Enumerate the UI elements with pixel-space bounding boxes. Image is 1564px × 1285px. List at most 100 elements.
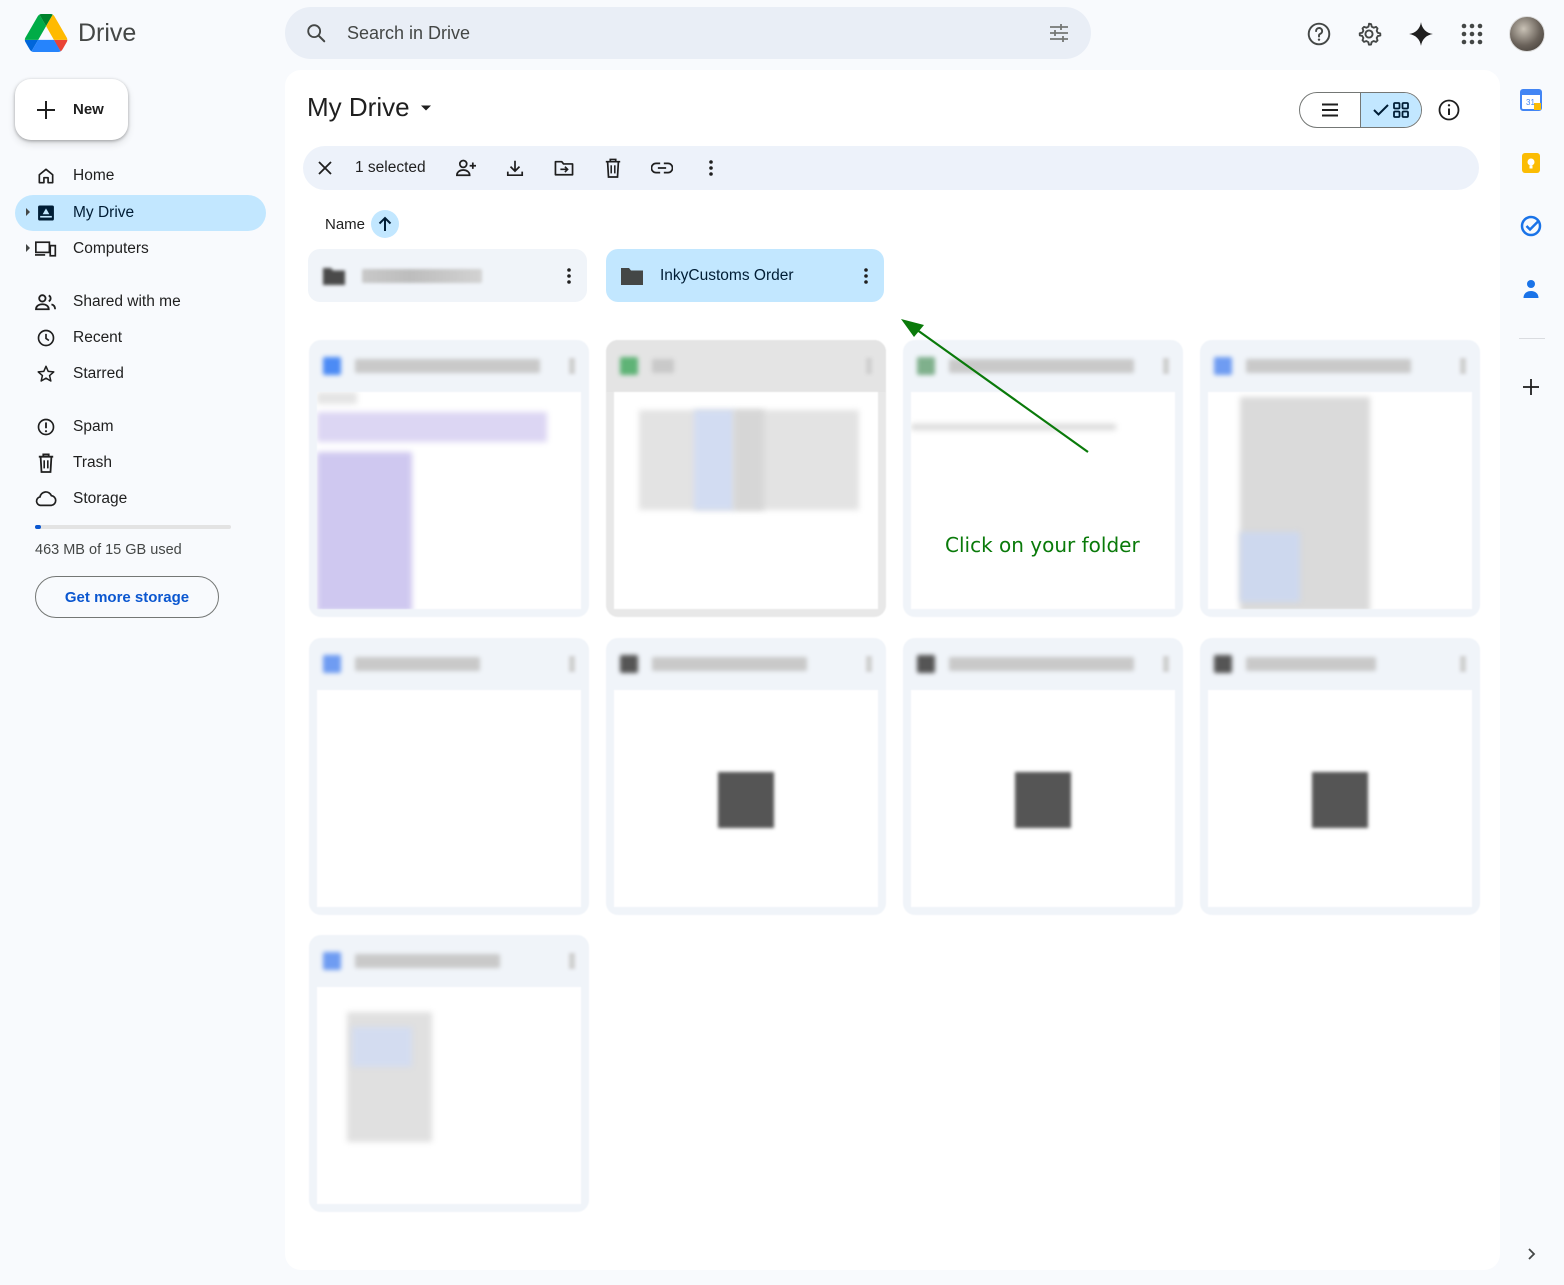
file-card[interactable]	[606, 340, 886, 617]
list-view-button[interactable]	[1300, 93, 1360, 127]
file-thumbnail	[1208, 392, 1472, 609]
sidebar-item-label: Spam	[73, 418, 114, 435]
sidebar-item-label: Computers	[73, 240, 149, 257]
file-card[interactable]	[1200, 340, 1480, 617]
sidebar-item-label: Trash	[73, 454, 113, 471]
storage-progress-fill	[35, 525, 41, 529]
download-icon[interactable]	[491, 148, 540, 188]
folder-icon	[620, 266, 644, 286]
keep-icon[interactable]	[1520, 152, 1544, 176]
check-icon	[1373, 104, 1389, 116]
file-card[interactable]	[903, 638, 1183, 915]
doc-icon	[323, 952, 341, 970]
sheet-icon	[620, 357, 638, 375]
gemini-icon[interactable]	[1404, 17, 1438, 51]
tasks-icon[interactable]	[1520, 215, 1544, 239]
sidebar-item-label: Home	[73, 167, 115, 184]
selection-toolbar: 1 selected	[303, 146, 1479, 190]
computer-icon	[35, 238, 57, 260]
folder-more-icon[interactable]	[551, 267, 587, 284]
new-button[interactable]: New	[15, 79, 128, 140]
more-actions-icon[interactable]	[687, 148, 736, 188]
expand-caret-icon[interactable]	[26, 244, 30, 252]
doc-icon	[1214, 357, 1232, 375]
drive-logo[interactable]: Drive	[24, 14, 136, 52]
cloud-icon	[35, 488, 57, 510]
people-icon	[35, 291, 57, 313]
caret-down-icon	[420, 104, 432, 112]
file-card[interactable]	[309, 935, 589, 1212]
sort-ascending-icon[interactable]	[371, 210, 400, 238]
folder-more-icon[interactable]	[848, 267, 884, 284]
page-title-dropdown[interactable]: My Drive	[307, 92, 432, 123]
file-card[interactable]	[309, 340, 589, 617]
expand-panel-icon[interactable]	[1520, 1243, 1544, 1267]
selection-count: 1 selected	[355, 159, 426, 176]
info-icon[interactable]	[1437, 98, 1461, 122]
doc-icon	[323, 357, 341, 375]
file-card[interactable]	[606, 638, 886, 915]
move-to-folder-icon[interactable]	[540, 148, 589, 188]
sidebar-item-my-drive[interactable]: My Drive	[15, 195, 266, 231]
sidebar-item-recent[interactable]: Recent	[15, 320, 266, 356]
folder-item-selected[interactable]: InkyCustoms Order	[606, 249, 884, 302]
sidebar-item-computers[interactable]: Computers	[15, 231, 266, 267]
file-thumbnail	[1208, 690, 1472, 907]
file-thumbnail	[317, 987, 581, 1204]
sort-by-name[interactable]: Name	[325, 210, 400, 238]
contacts-icon[interactable]	[1520, 277, 1544, 301]
page-title: My Drive	[307, 92, 410, 122]
copy-link-icon[interactable]	[638, 148, 687, 188]
storage-progress-track	[35, 525, 231, 529]
rail-divider	[1519, 338, 1545, 339]
plus-icon	[35, 99, 57, 121]
get-more-storage-button[interactable]: Get more storage	[35, 576, 219, 618]
sidebar-item-label: Shared with me	[73, 293, 181, 310]
star-icon	[35, 363, 57, 385]
file-thumbnail	[911, 690, 1175, 907]
my-drive-icon	[35, 202, 57, 224]
account-avatar[interactable]	[1509, 16, 1545, 52]
annotation-arrow	[901, 319, 1089, 453]
file-icon	[620, 655, 638, 673]
search-bar[interactable]: Search in Drive	[285, 7, 1091, 59]
view-toggle[interactable]	[1299, 92, 1422, 128]
grid-view-button[interactable]	[1360, 93, 1421, 127]
sidebar-item-starred[interactable]: Starred	[15, 356, 266, 392]
trash-icon	[35, 452, 57, 474]
search-input[interactable]: Search in Drive	[347, 23, 1047, 44]
sidebar-item-shared-with-me[interactable]: Shared with me	[15, 284, 266, 320]
clear-selection-icon[interactable]	[315, 148, 335, 188]
sidebar-item-label: Storage	[73, 490, 128, 507]
annotation-text: Click on your folder	[945, 533, 1140, 557]
svg-text:31: 31	[1526, 98, 1535, 107]
delete-icon[interactable]	[589, 148, 638, 188]
calendar-icon[interactable]: 31	[1520, 89, 1544, 113]
spam-icon	[35, 416, 57, 438]
file-thumbnail	[317, 392, 581, 609]
doc-icon	[323, 655, 341, 673]
sidebar-item-spam[interactable]: Spam	[15, 409, 266, 445]
drive-logo-icon	[24, 14, 68, 52]
sidebar-item-storage[interactable]: Storage	[15, 481, 266, 517]
apps-grid-icon[interactable]	[1455, 17, 1489, 51]
file-icon	[917, 655, 935, 673]
share-icon[interactable]	[442, 148, 491, 188]
file-thumbnail	[614, 392, 878, 609]
grid-icon	[1393, 102, 1409, 118]
add-addon-icon[interactable]	[1520, 376, 1544, 400]
folder-icon	[322, 266, 346, 286]
storage-usage-text: 463 MB of 15 GB used	[35, 542, 182, 558]
help-icon[interactable]	[1302, 17, 1336, 51]
folder-item[interactable]	[308, 249, 587, 302]
sidebar-item-label: Recent	[73, 329, 123, 346]
sidebar-item-trash[interactable]: Trash	[15, 445, 266, 481]
settings-icon[interactable]	[1352, 17, 1386, 51]
search-icon[interactable]	[305, 22, 327, 44]
file-card[interactable]	[309, 638, 589, 915]
file-card[interactable]	[1200, 638, 1480, 915]
sidebar-item-label: My Drive	[73, 204, 135, 221]
search-options-icon[interactable]	[1047, 21, 1071, 45]
expand-caret-icon[interactable]	[26, 208, 30, 216]
sidebar-item-home[interactable]: Home	[15, 158, 266, 194]
